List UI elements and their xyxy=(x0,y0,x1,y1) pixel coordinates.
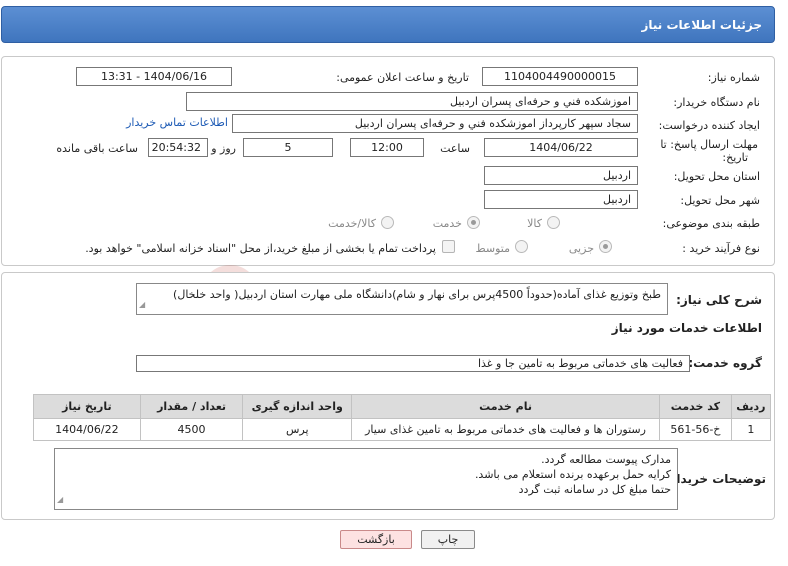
category-label: طبقه بندی موضوعی: xyxy=(662,217,760,230)
process-label: نوع فرآیند خرید : xyxy=(682,242,760,255)
service-group-label: گروه خدمت: xyxy=(688,356,762,370)
summary-text: طبخ وتوزیع غذای آماده(حدوداً 4500پرس برا… xyxy=(173,288,661,301)
days-remaining-field: 5 xyxy=(243,138,333,157)
print-button[interactable]: چاپ xyxy=(421,530,475,549)
deadline-label: مهلت ارسال پاسخ: تا xyxy=(660,138,758,151)
province-field: اردبیل xyxy=(484,166,638,185)
category-radio-service[interactable] xyxy=(467,216,480,229)
back-button[interactable]: بازگشت xyxy=(340,530,412,549)
panel-header: جزئیات اطلاعات نیاز xyxy=(1,6,775,43)
buyer-org-field: اموزشکده فني و حرفه‌ای پسران اردبیل xyxy=(186,92,638,111)
remaining-time-label: ساعت باقی مانده xyxy=(56,142,138,155)
need-info-panel xyxy=(1,56,775,266)
cell-service-code: خ-56-561 xyxy=(658,418,732,441)
col-header-quantity: تعداد / مقدار xyxy=(139,394,244,419)
col-header-service-code: کد خدمت xyxy=(658,394,732,419)
summary-label: شرح کلی نیاز: xyxy=(676,293,762,307)
requester-label: ایجاد کننده درخواست: xyxy=(658,119,760,132)
col-header-row-number: ردیف xyxy=(730,394,772,419)
summary-textarea[interactable]: طبخ وتوزیع غذای آماده(حدوداً 4500پرس برا… xyxy=(136,283,668,315)
services-table: ردیف کد خدمت نام خدمت واحد اندازه گیری ت… xyxy=(33,394,772,441)
category-option-goods-service: کالا/خدمت xyxy=(328,217,376,230)
treasury-note: پرداخت تمام یا بخشی از مبلغ خرید،از محل … xyxy=(85,242,436,255)
buyer-notes-label: توضیحات خریدار: xyxy=(664,472,766,486)
resize-grip-icon[interactable]: ◢ xyxy=(139,297,145,312)
buyer-contact-link[interactable]: اطلاعات تماس خریدار xyxy=(126,116,228,129)
cell-quantity: 4500 xyxy=(139,418,244,441)
announce-datetime-field: 1404/06/16 - 13:31 xyxy=(76,67,232,86)
process-radio-minor[interactable] xyxy=(599,240,612,253)
col-header-need-date: تاریخ نیاز xyxy=(33,394,141,419)
services-section-title: اطلاعات خدمات مورد نیاز xyxy=(611,321,762,335)
process-option-medium: متوسط xyxy=(475,242,510,255)
category-option-goods: کالا xyxy=(527,217,542,230)
category-radio-goods-service[interactable] xyxy=(381,216,394,229)
city-label: شهر محل تحویل: xyxy=(680,194,760,207)
cell-need-date: 1404/06/22 xyxy=(33,418,141,441)
buyer-org-label: نام دستگاه خریدار: xyxy=(673,96,760,109)
table-header-row: ردیف کد خدمت نام خدمت واحد اندازه گیری ت… xyxy=(33,394,772,419)
announce-datetime-label: تاریخ و ساعت اعلان عمومی: xyxy=(336,71,469,84)
category-radio-goods[interactable] xyxy=(547,216,560,229)
buyer-note-line: حتما مبلغ کل در سامانه ثبت گردد xyxy=(518,483,671,496)
buyer-notes-textarea[interactable]: مدارک پیوست مطالعه گردد. کرایه حمل برعهد… xyxy=(54,448,678,510)
cell-row-number: 1 xyxy=(730,418,772,441)
need-number-field: 1104004490000015 xyxy=(482,67,638,86)
service-group-field: فعالیت های خدماتی مربوط به تامین جا و غذ… xyxy=(136,355,690,372)
table-row: 1 خ-56-561 رستوران ها و فعالیت های خدمات… xyxy=(33,418,772,441)
province-label: استان محل تحویل: xyxy=(673,170,760,183)
col-header-unit: واحد اندازه گیری xyxy=(242,394,353,419)
cell-unit: پرس xyxy=(242,418,353,441)
col-header-service-name: نام خدمت xyxy=(351,394,660,419)
resize-grip-icon[interactable]: ◢ xyxy=(57,492,63,507)
city-field: اردبیل xyxy=(484,190,638,209)
deadline-date-label: تاریخ: xyxy=(722,151,748,164)
days-label: روز و xyxy=(211,142,236,155)
buyer-note-line: کرایه حمل برعهده برنده استعلام می باشد. xyxy=(474,468,671,481)
buyer-note-line: مدارک پیوست مطالعه گردد. xyxy=(541,453,671,466)
category-option-service: خدمت xyxy=(432,217,462,230)
deadline-date-field: 1404/06/22 xyxy=(484,138,638,157)
page-title: جزئیات اطلاعات نیاز xyxy=(641,18,762,32)
requester-field: سجاد سپهر کارپرداز اموزشکده فني و حرفه‌ا… xyxy=(232,114,638,133)
deadline-time-field: 12:00 xyxy=(350,138,424,157)
remaining-time-field: 20:54:32 xyxy=(148,138,208,157)
cell-service-name: رستوران ها و فعالیت های خدماتی مربوط به … xyxy=(351,418,660,441)
deadline-time-label: ساعت xyxy=(440,142,470,155)
process-option-minor: جزیی xyxy=(568,242,594,255)
need-number-label: شماره نیاز: xyxy=(707,71,760,84)
treasury-checkbox[interactable] xyxy=(442,240,455,253)
process-radio-medium[interactable] xyxy=(515,240,528,253)
